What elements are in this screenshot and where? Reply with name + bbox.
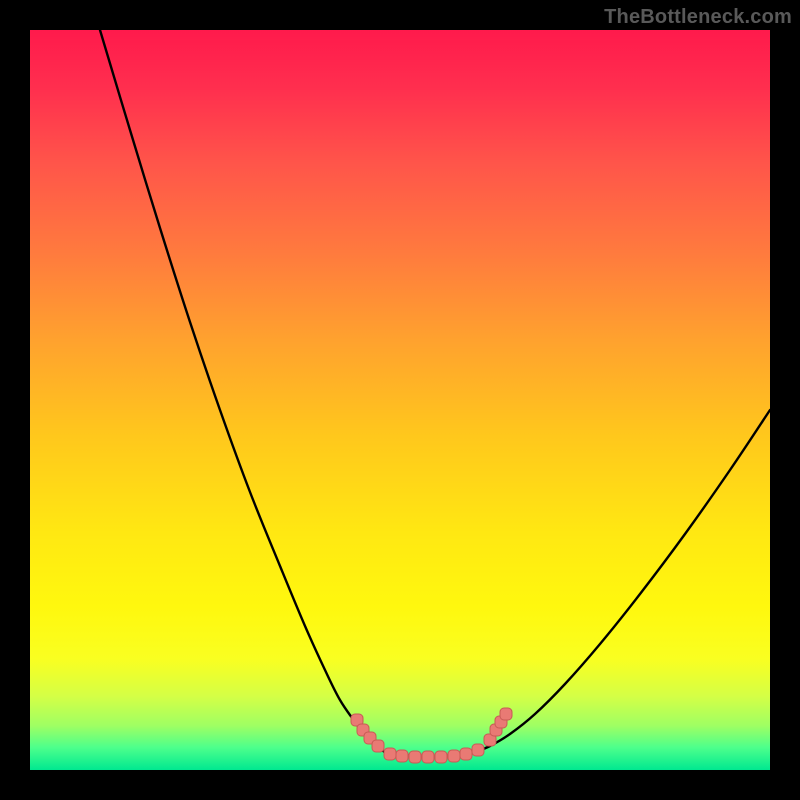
trough-marker — [500, 708, 512, 720]
trough-marker — [435, 751, 447, 763]
trough-markers — [30, 30, 770, 770]
trough-marker — [372, 740, 384, 752]
trough-marker — [422, 751, 434, 763]
trough-marker — [409, 751, 421, 763]
trough-marker — [448, 750, 460, 762]
plot-area — [30, 30, 770, 770]
trough-marker — [384, 748, 396, 760]
watermark-text: TheBottleneck.com — [604, 6, 792, 29]
trough-marker — [396, 750, 408, 762]
trough-marker — [472, 744, 484, 756]
trough-marker — [460, 748, 472, 760]
chart-frame: TheBottleneck.com — [0, 0, 800, 800]
